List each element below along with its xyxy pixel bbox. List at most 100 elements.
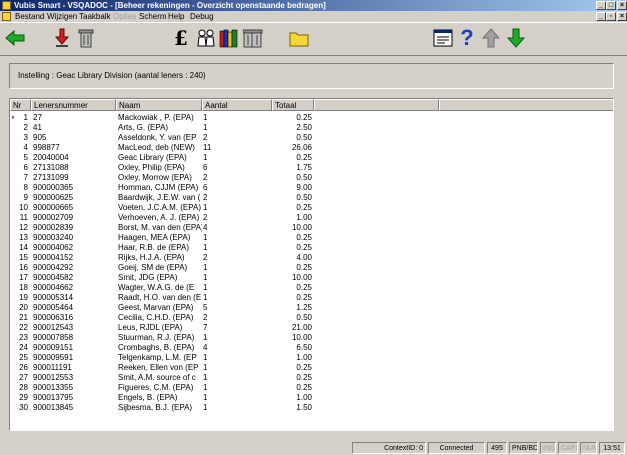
delete-multiple-button[interactable] [242,27,264,49]
table-row[interactable]: 11 900002709 Verhoeven, A. J. (EPA) 2 1.00 [10,213,613,223]
column-header-naam[interactable]: Naam [116,99,202,111]
payment-button[interactable]: £ [170,26,192,50]
row-nr: 16 [19,263,28,272]
table-row[interactable]: 21 900006316 Cecilia, C.H.D. (EPA) 2 0.50 [10,313,613,323]
row-lenersnummer: 900009151 [33,343,74,352]
table-row[interactable]: 9 900000625 Baardwijk, J.E.W. van (2 0.50 [10,193,613,203]
table-row[interactable]: 25 900009591 Telgenkamp, L.M. (EP 1 1.00 [10,353,613,363]
row-lenersnummer: 900004292 [33,263,74,272]
row-lenersnummer: 900011191 [33,363,72,372]
table-row[interactable]: 4 998877 MacLeod, deb (NEW) 11 26.06 [10,143,613,153]
grid-header: Nr Lenersnummer Naam Aantal Totaal [10,99,613,111]
row-nr: 13 [19,233,28,242]
menu-scherm[interactable]: Scherm [139,11,167,22]
users-button[interactable] [195,27,217,49]
table-row[interactable]: 14 900004062 Haar, R.B. de (EPA) 1 0.25 [10,243,613,253]
close-button[interactable]: × [617,1,627,10]
table-row[interactable]: 15 900004152 Rijks, H.J.A. (EPA) 2 4.00 [10,253,613,263]
next-button[interactable] [505,27,527,49]
menu-help[interactable]: Help [168,11,184,22]
column-header-lenersnummer[interactable]: Lenersnummer [31,99,116,111]
status-code: 495 [487,442,507,454]
menu-opties[interactable]: Opties [113,11,136,22]
row-aantal: 6 [203,163,208,172]
row-aantal: 1 [203,153,208,162]
title-bar: Vubis Smart - VSQADOC - [Beheer rekening… [0,0,627,11]
table-row[interactable]: 27 900012553 Smit, A.M. source of c 1 0.25 [10,373,613,383]
table-row[interactable]: 16 900004292 Goeij, SM de (EPA) 1 0.25 [10,263,613,273]
row-totaal: 10.00 [291,223,312,232]
row-totaal: 0.50 [296,193,312,202]
folder-button[interactable] [288,27,310,49]
row-naam: Telgenkamp, L.M. (EP [118,353,197,362]
maximize-button[interactable]: □ [606,1,616,10]
row-aantal: 2 [203,193,208,202]
menu-bestand[interactable]: Bestand [15,11,44,22]
row-naam: Haar, R.B. de (EPA) [118,243,189,252]
status-num: NUM [580,442,597,454]
table-row[interactable]: 18 900004662 Wagter, W.A.G. de (E 1 0.25 [10,283,613,293]
mdi-restore-button[interactable]: ▫ [606,12,616,21]
row-nr: 30 [19,403,28,412]
row-lenersnummer: 900013795 [33,393,74,402]
delete-down-button[interactable] [51,27,73,49]
previous-button[interactable] [480,27,502,49]
row-nr: 14 [19,243,28,252]
table-row[interactable]: 17 900004582 Smit, JDG (EPA) 1 10.00 [10,273,613,283]
row-nr: 11 [19,213,28,222]
row-nr: 5 [23,153,28,162]
row-naam: Engels, B. (EPA) [118,393,178,402]
column-header-aantal[interactable]: Aantal [202,99,272,111]
row-aantal: 1 [203,273,208,282]
row-aantal: 4 [203,343,208,352]
table-row[interactable]: 22 900012543 Leus, RJDL (EPA) 7 21.00 [10,323,613,333]
table-row[interactable]: 19 900005314 Raadt, H.O. van den (E 1 0.25 [10,293,613,303]
column-header-totaal[interactable]: Totaal [272,99,314,111]
table-row[interactable]: 6 27131088 Oxley, Philip (EPA) 6 1.75 [10,163,613,173]
menu-debug[interactable]: Debug [190,11,214,22]
table-row[interactable]: 10 900000665 Voeten, J.C.A.M. (EPA) 1 0.25 [10,203,613,213]
menu-bar: Bestand Wijzigen Taakbalk Opties Scherm … [0,11,627,22]
table-row[interactable]: 12 900002839 Borst, M. van den (EPA) 4 10.00 [10,223,613,233]
data-grid[interactable]: Nr Lenersnummer Naam Aantal Totaal ♦ 1 27 M… [9,98,614,431]
menu-taakbalk[interactable]: Taakbalk [79,11,111,22]
minimize-button[interactable]: _ [596,1,606,10]
table-row[interactable]: 30 900013845 Sijbesma, B.J. (EPA) 1 1.50 [10,403,613,413]
row-nr: 26 [19,363,28,372]
form-button[interactable] [432,27,454,49]
row-lenersnummer: 900004582 [33,273,74,282]
row-nr: 21 [19,313,28,322]
row-totaal: 0.25 [296,283,312,292]
row-nr: 7 [23,173,28,182]
books-button[interactable] [218,27,240,49]
table-row[interactable]: 23 900007858 Stuurman, R.J. (EPA) 1 10.00 [10,333,613,343]
table-row[interactable]: ♦ 1 27 Mackowiak , P. (EPA) 1 0.25 [10,113,613,123]
table-row[interactable]: 26 900011191 Reeken, Ellen von (EP 1 0.25 [10,363,613,373]
mdi-close-button[interactable]: × [617,12,627,21]
row-lenersnummer: 41 [33,123,42,132]
row-nr: 24 [19,343,28,352]
table-row[interactable]: 2 41 Arts, G. (EPA) 1 2.50 [10,123,613,133]
delete-button[interactable] [75,27,97,49]
table-row[interactable]: 20 900005464 Geest, Marvan (EPA) 5 1.25 [10,303,613,313]
row-totaal: 0.25 [296,203,312,212]
row-aantal: 1 [203,123,208,132]
table-row[interactable]: 7 27131099 Oxley, Morrow (EPA) 2 0.50 [10,173,613,183]
table-row[interactable]: 24 900009151 Crombaghs, B. (EPA) 4 6.50 [10,343,613,353]
table-row[interactable]: 5 20040004 Geac Library (EPA) 1 0.25 [10,153,613,163]
up-arrow-icon [482,28,500,48]
table-row[interactable]: 13 900003240 Haagen, MEA (EPA) 1 0.25 [10,233,613,243]
back-button[interactable] [4,27,26,49]
row-lenersnummer: 900013845 [33,403,74,412]
row-aantal: 5 [203,303,208,312]
help-button[interactable]: ? [456,25,478,50]
table-row[interactable]: 8 900000365 Homman, CJJM (EPA) 6 9.00 [10,183,613,193]
table-row[interactable]: 28 900013355 Figueres, C.M. (EPA) 1 0.25 [10,383,613,393]
row-aantal: 1 [203,233,208,242]
table-row[interactable]: 3 905 Asseldonk, Y. van (EP 2 0.50 [10,133,613,143]
table-row[interactable]: 29 900013795 Engels, B. (EPA) 1 1.00 [10,393,613,403]
column-header-nr[interactable]: Nr [10,99,31,111]
menu-wijzigen[interactable]: Wijzigen [47,11,77,22]
row-aantal: 2 [203,313,208,322]
mdi-minimize-button[interactable]: _ [596,12,606,21]
